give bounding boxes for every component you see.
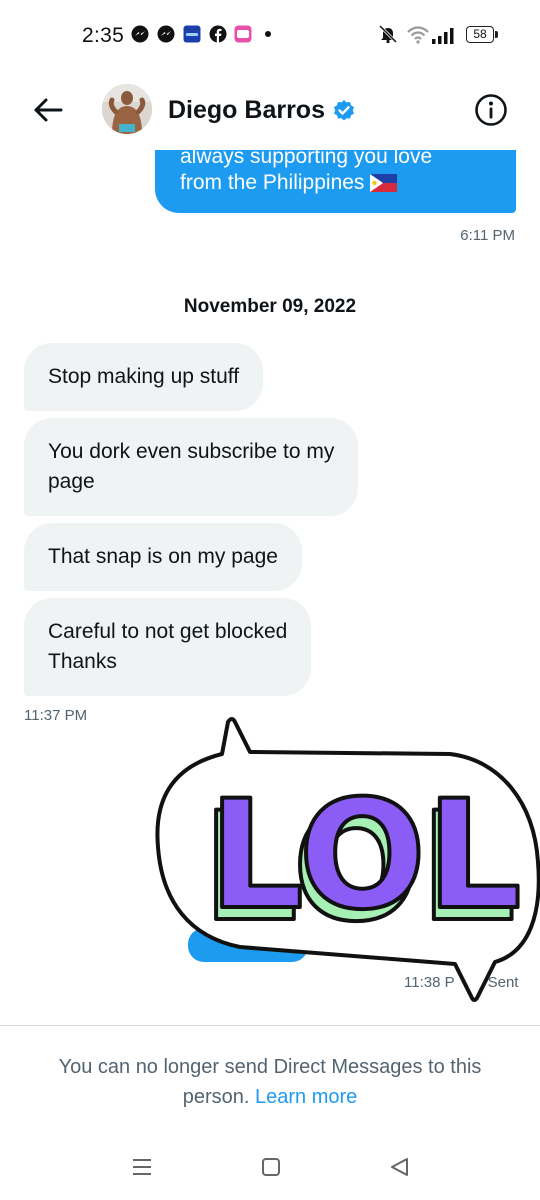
dm-restricted-notice: You can no longer send Direct Messages t… bbox=[30, 1052, 510, 1112]
menu-icon[interactable] bbox=[131, 1156, 153, 1178]
message-timestamp: 11:38 P bbox=[404, 974, 455, 991]
message-text: You dork even subscribe to my page bbox=[48, 440, 335, 493]
app-icon bbox=[183, 25, 201, 43]
philippines-flag-icon bbox=[370, 174, 398, 192]
home-icon[interactable] bbox=[260, 1156, 282, 1178]
facebook-icon bbox=[209, 25, 227, 43]
verified-badge-icon bbox=[334, 100, 354, 121]
mute-icon bbox=[378, 24, 398, 44]
divider bbox=[0, 1025, 540, 1026]
message-timestamp: 11:37 PM bbox=[24, 707, 88, 724]
signal-icon bbox=[432, 28, 454, 44]
incoming-message-bubble[interactable]: You dork even subscribe to my page bbox=[24, 418, 359, 516]
dot-icon bbox=[265, 31, 271, 37]
notice-text: person. bbox=[182, 1086, 250, 1108]
status-bar: 2:35 58 bbox=[0, 0, 540, 70]
message-timestamp: 6:11 PM bbox=[460, 227, 515, 244]
app-icon bbox=[234, 25, 252, 43]
arrow-left-icon[interactable] bbox=[30, 92, 66, 128]
back-triangle-icon[interactable] bbox=[388, 1156, 410, 1178]
battery-icon: 58 bbox=[466, 26, 494, 43]
learn-more-link[interactable]: Learn more bbox=[255, 1086, 357, 1108]
status-time: 2:35 bbox=[82, 24, 125, 47]
info-icon[interactable] bbox=[474, 93, 508, 127]
sticker-letters: LOL LOL bbox=[200, 767, 523, 957]
sticker-text: LOL bbox=[208, 769, 521, 943]
incoming-message-bubble[interactable]: Stop making up stuff bbox=[24, 343, 264, 411]
incoming-message-bubble[interactable]: Careful to not get blocked Thanks bbox=[24, 598, 312, 696]
contact-name[interactable]: Diego Barros bbox=[168, 96, 325, 125]
messenger-icon bbox=[157, 25, 175, 43]
notice-text: You can no longer send Direct Messages t… bbox=[58, 1056, 482, 1078]
battery-tip bbox=[495, 31, 498, 38]
message-status: 11:38 P Sent bbox=[404, 974, 518, 991]
system-nav-bar bbox=[0, 1140, 540, 1200]
message-text: Careful to not get blocked Thanks bbox=[48, 620, 288, 673]
message-text: Stop making up stuff bbox=[48, 365, 240, 388]
date-separator: November 09, 2022 bbox=[183, 296, 357, 317]
messenger-icon bbox=[131, 25, 149, 43]
message-text: That snap is on my page bbox=[48, 545, 278, 568]
incoming-message-bubble[interactable]: That snap is on my page bbox=[24, 523, 302, 591]
dm-conversation-screen: 2:35 58 Diego Barros always supporting y… bbox=[0, 0, 540, 1200]
sent-status: Sent bbox=[487, 974, 519, 991]
message-text: from the Philippines bbox=[180, 170, 398, 196]
avatar[interactable] bbox=[102, 84, 152, 134]
lol-sticker[interactable]: LOL LOL bbox=[150, 712, 540, 1012]
conversation-header: Diego Barros bbox=[0, 70, 540, 150]
wifi-icon bbox=[407, 26, 429, 44]
